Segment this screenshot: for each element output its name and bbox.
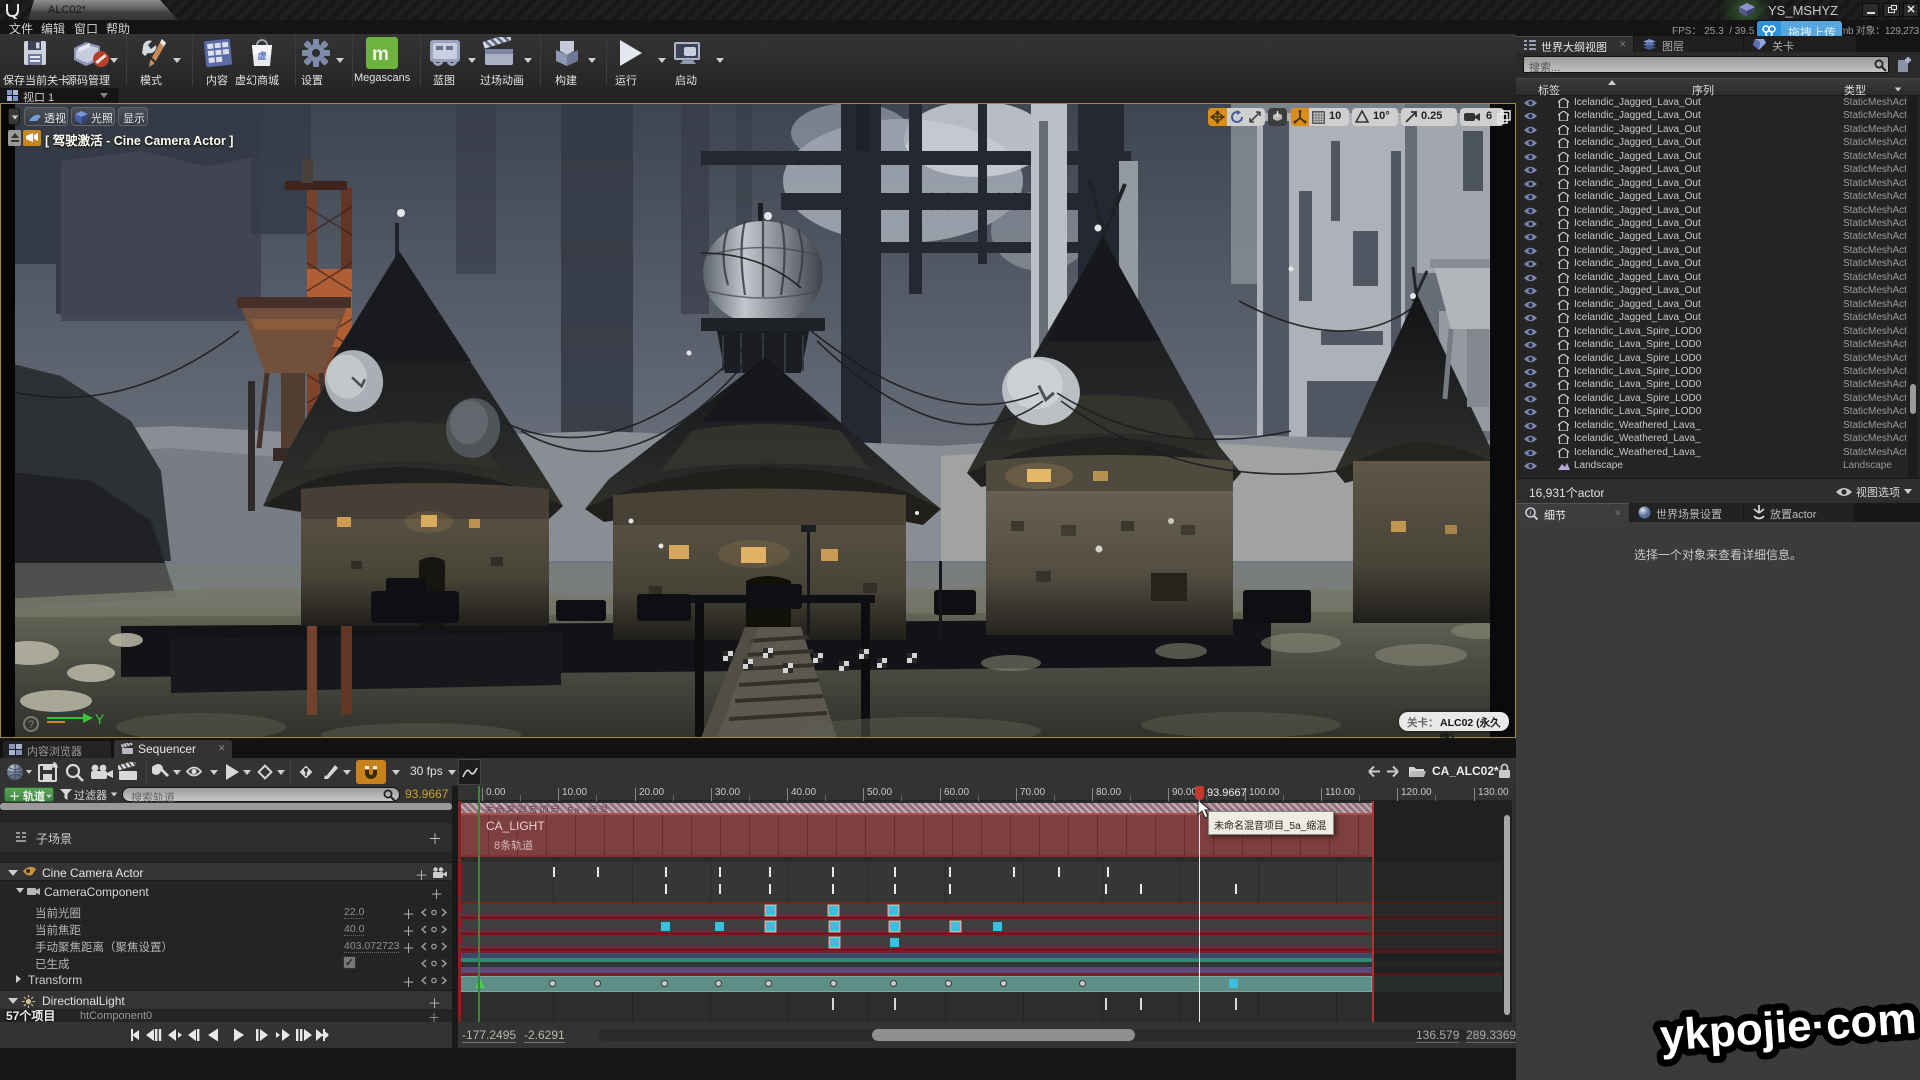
- svg-text:ykpojie·com: ykpojie·com: [1658, 994, 1918, 1061]
- svg-text:Y: Y: [95, 711, 105, 727]
- svg-text:虚: 虚: [257, 50, 266, 61]
- svg-text:i: i: [1530, 509, 1532, 517]
